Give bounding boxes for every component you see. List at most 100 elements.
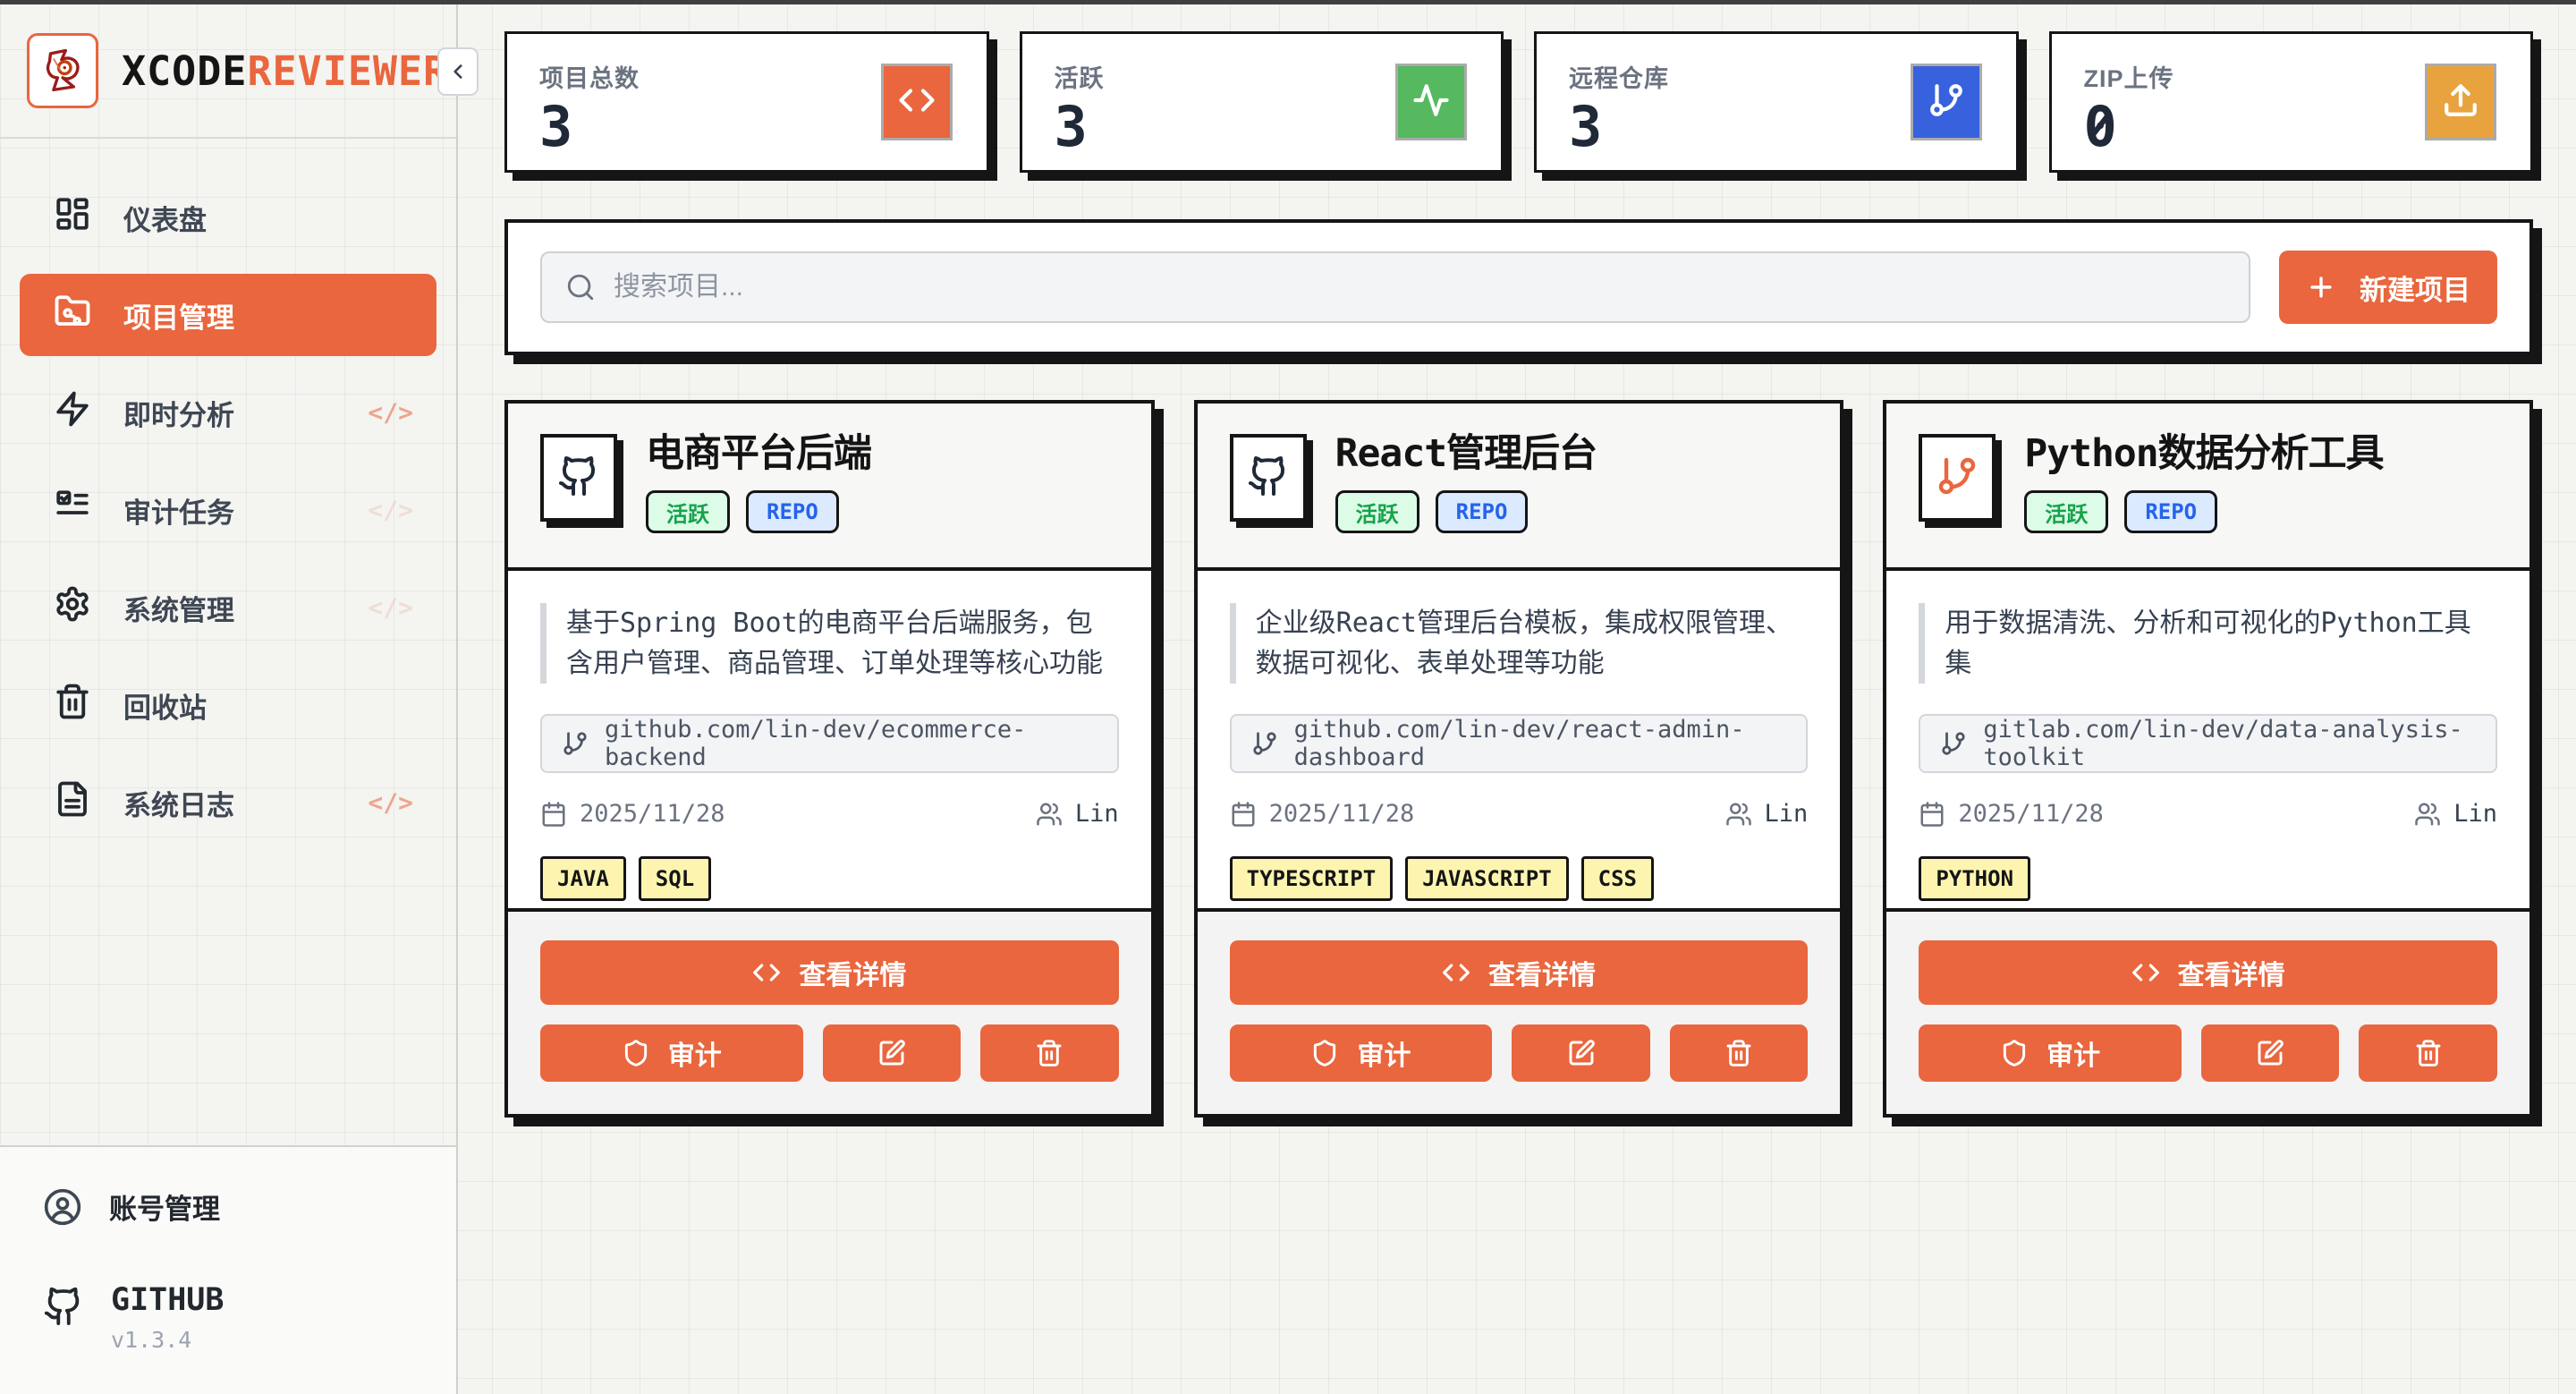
stats-row: 项目总数 3 活跃 3 远程仓库 3 (504, 31, 2533, 173)
status-badge: REPO (1436, 490, 1529, 533)
app-logo (27, 33, 98, 108)
project-tags: TYPESCRIPT JAVASCRIPT CSS (1230, 856, 1809, 901)
status-badge: 活跃 (646, 490, 730, 533)
repo-url-box: github.com/lin-dev/react-admin-dashboard (1230, 714, 1809, 773)
repo-url-box: gitlab.com/lin-dev/data-analysis-toolkit (1919, 714, 2497, 773)
project-owner-value: Lin (1765, 800, 1809, 828)
search-input[interactable] (614, 272, 2225, 302)
sidebar-nav-label: 即时分析 (123, 393, 234, 433)
edit-button[interactable] (1512, 1024, 1650, 1082)
sidebar-nav-item[interactable]: 即时分析 </> (20, 371, 436, 454)
edit-button[interactable] (823, 1024, 962, 1082)
users-icon (2414, 801, 2441, 828)
sidebar-nav-item[interactable]: 审计任务 </> (20, 469, 436, 551)
project-card-header: Python数据分析工具 活跃 REPO (1886, 404, 2529, 571)
project-icon-box (1919, 434, 1996, 522)
project-card-footer: 查看详情 审计 (1198, 908, 1841, 1114)
code-icon (2131, 958, 2160, 987)
stat-card: ZIP上传 0 (2049, 31, 2534, 173)
upload-icon (2442, 81, 2479, 123)
stat-icon-box (881, 64, 953, 140)
code-icon (1442, 958, 1470, 987)
app-title-secondary: REVIEWER (247, 47, 448, 95)
audit-button[interactable]: 审计 (540, 1024, 803, 1082)
project-title: Python数据分析工具 (2024, 434, 2383, 474)
gear-icon (54, 585, 91, 630)
sidebar: XCODEREVIEWER 仪表盘 项目管理 (0, 4, 458, 1394)
stat-icon-box (1911, 64, 1982, 140)
calendar-icon (1230, 801, 1257, 828)
shield-icon (1310, 1039, 1339, 1067)
sidebar-collapse-button[interactable] (437, 47, 479, 96)
project-badges: 活跃 REPO (646, 490, 871, 533)
action-button-row: 审计 (1919, 1024, 2497, 1082)
language-tag: TYPESCRIPT (1230, 856, 1394, 901)
stat-value: 0 (2084, 98, 2117, 156)
account-management-label: 账号管理 (109, 1186, 220, 1227)
sidebar-nav-label: 审计任务 (123, 490, 234, 531)
github-icon (1247, 455, 1290, 502)
account-management-item[interactable]: 账号管理 (43, 1186, 413, 1227)
audit-button[interactable]: 审计 (1919, 1024, 2182, 1082)
project-owner: Lin (1725, 800, 1809, 828)
project-icon-box (1230, 434, 1307, 522)
sidebar-nav-label: 系统日志 (123, 783, 234, 823)
users-icon (1725, 801, 1752, 828)
sidebar-nav-item[interactable]: 系统管理 </> (20, 566, 436, 649)
project-owner: Lin (1036, 800, 1119, 828)
project-icon-box (540, 434, 617, 522)
project-toolbar: 新建项目 (504, 219, 2533, 355)
language-tag: SQL (639, 856, 711, 901)
plus-icon (2306, 272, 2336, 302)
trash-icon (2414, 1039, 2443, 1067)
window-top-edge (0, 0, 2576, 4)
repo-url: github.com/lin-dev/ecommerce-backend (605, 716, 1097, 771)
sidebar-nav-item[interactable]: 回收站 (20, 664, 436, 746)
view-details-label: 查看详情 (799, 953, 906, 992)
project-description: 用于数据清洗、分析和可视化的Python工具集 (1919, 603, 2497, 684)
new-project-button[interactable]: 新建项目 (2279, 251, 2497, 324)
language-tag: JAVA (540, 856, 626, 901)
github-brand-label: GITHUB (111, 1282, 224, 1318)
main-content: 项目总数 3 活跃 3 远程仓库 3 (460, 4, 2576, 1394)
logo-row: XCODEREVIEWER (0, 4, 456, 139)
sidebar-nav-item[interactable]: 系统日志 </> (20, 761, 436, 844)
sidebar-nav-item[interactable]: 仪表盘 (20, 176, 436, 259)
view-details-button[interactable]: 查看详情 (1919, 940, 2497, 1005)
stat-icon-box (2425, 64, 2496, 140)
project-date: 2025/11/28 (1230, 800, 1415, 828)
project-owner-value: Lin (1075, 800, 1119, 828)
trash-icon (1035, 1039, 1063, 1067)
delete-button[interactable] (980, 1024, 1119, 1082)
edit-button[interactable] (2201, 1024, 2340, 1082)
view-details-button[interactable]: 查看详情 (540, 940, 1119, 1005)
project-card-body: 企业级React管理后台模板，集成权限管理、数据可视化、表单处理等功能 gith… (1198, 571, 1841, 908)
code-watermark-icon: </> (368, 398, 413, 428)
user-circle-icon (43, 1187, 82, 1227)
delete-button[interactable] (1670, 1024, 1809, 1082)
chevron-left-icon (446, 60, 470, 83)
project-title: 电商平台后端 (646, 434, 871, 474)
view-details-button[interactable]: 查看详情 (1230, 940, 1809, 1005)
project-badges: 活跃 REPO (1335, 490, 1597, 533)
project-date-value: 2025/11/28 (580, 800, 725, 828)
sidebar-nav-item[interactable]: 项目管理 (20, 274, 436, 356)
shield-icon (2000, 1039, 2029, 1067)
stat-card: 活跃 3 (1020, 31, 1504, 173)
sidebar-nav: 仪表盘 项目管理 即时分析 </> (0, 139, 456, 844)
new-project-label: 新建项目 (2360, 268, 2470, 308)
git-branch-icon (1936, 455, 1979, 502)
sidebar-nav-label: 仪表盘 (123, 198, 207, 238)
action-button-row: 审计 (1230, 1024, 1809, 1082)
stat-value: 3 (1569, 98, 1602, 156)
delete-button[interactable] (2359, 1024, 2497, 1082)
code-icon (898, 81, 936, 123)
language-tag: JAVASCRIPT (1405, 856, 1569, 901)
status-badge: 活跃 (1335, 490, 1419, 533)
view-details-label: 查看详情 (1488, 953, 1596, 992)
audit-button[interactable]: 审计 (1230, 1024, 1493, 1082)
project-date-value: 2025/11/28 (1958, 800, 2104, 828)
edit-icon (1567, 1039, 1596, 1067)
project-date-value: 2025/11/28 (1269, 800, 1415, 828)
language-tag: PYTHON (1919, 856, 2030, 901)
